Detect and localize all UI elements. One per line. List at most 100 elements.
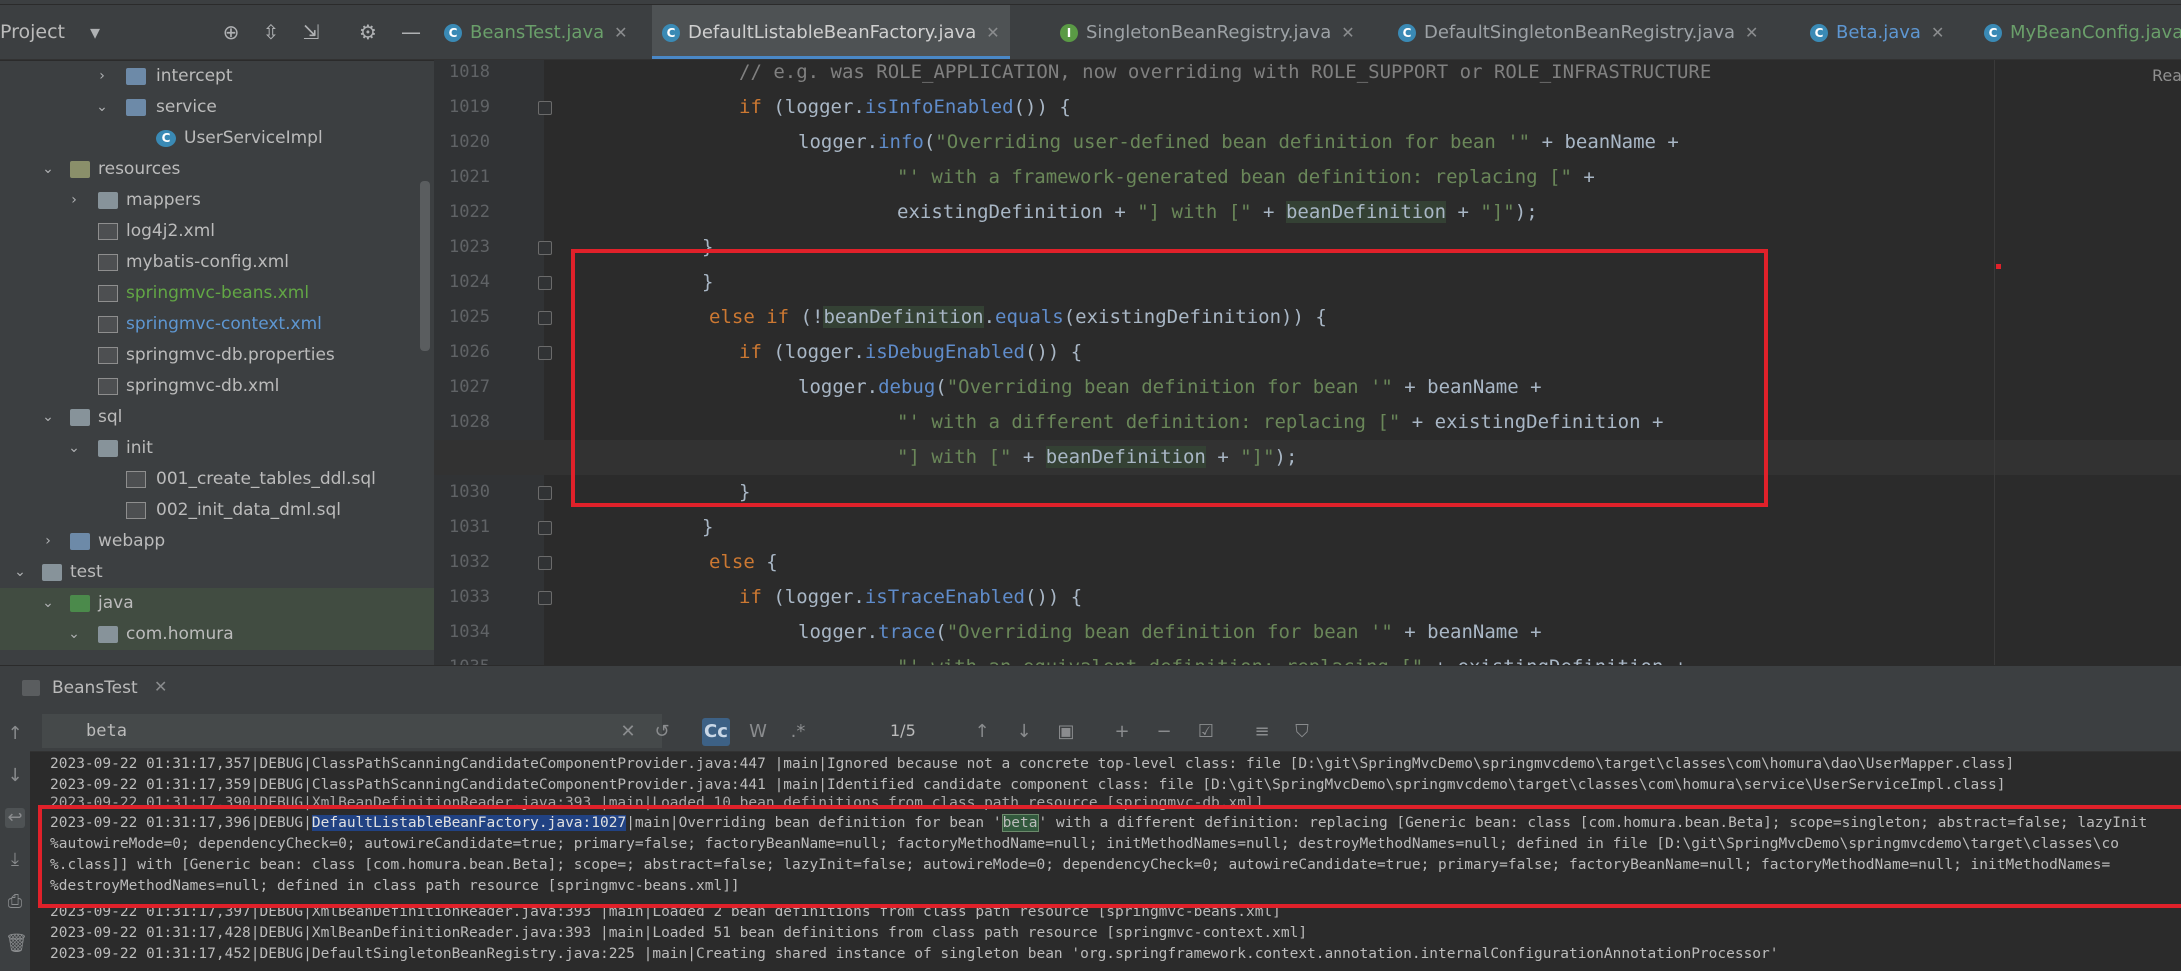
fold-marker-icon[interactable] — [538, 486, 552, 500]
run-tab-beanstest[interactable]: BeansTest — [52, 678, 138, 698]
chevron-right-icon[interactable]: › — [40, 526, 56, 557]
tree-item-label: mybatis-config.xml — [126, 252, 289, 272]
line-number: 1024 — [449, 272, 490, 292]
close-icon[interactable]: ✕ — [1341, 23, 1354, 42]
print-icon[interactable]: ⎙ — [5, 892, 25, 912]
add-occurrence-icon[interactable]: + — [1108, 718, 1136, 746]
clear-search-icon[interactable]: ✕ — [614, 718, 642, 746]
chevron-right-icon[interactable]: › — [94, 61, 110, 92]
log-line[interactable]: 2023-09-22 01:31:17,452|DEBUG|DefaultSin… — [50, 944, 1779, 965]
reader-mode-toggle[interactable]: Rea — [2152, 66, 2181, 85]
fold-marker-icon[interactable] — [538, 276, 552, 290]
log-line[interactable]: 2023-09-22 01:31:17,357|DEBUG|ClassPathS… — [50, 754, 2014, 775]
tree-item-init-data-sql[interactable]: 002_init_data_dml.sql — [0, 495, 434, 526]
tab-label: MyBeanConfig.java — [2010, 22, 2181, 43]
chevron-down-icon[interactable]: ▾ — [82, 19, 108, 45]
tree-item-label: sql — [98, 407, 123, 427]
filter-icon[interactable]: ⛉ — [1288, 718, 1316, 746]
package-icon — [98, 626, 118, 643]
scroll-to-end-icon[interactable]: ⤓ — [5, 850, 25, 870]
tree-item-webapp[interactable]: › webapp — [0, 526, 434, 557]
console-search-input[interactable] — [42, 714, 662, 748]
gear-icon[interactable]: ⚙ — [355, 19, 381, 45]
whole-words-toggle[interactable]: W — [744, 718, 772, 746]
tree-item-test[interactable]: ⌄ test — [0, 557, 434, 588]
project-panel-title[interactable]: Project — [0, 21, 65, 43]
history-icon[interactable]: ↺ — [648, 718, 676, 746]
tree-item-log4j2[interactable]: log4j2.xml — [0, 216, 434, 247]
folder-icon — [126, 68, 146, 85]
test-class-icon: C — [444, 24, 462, 42]
locate-icon[interactable]: ⊕ — [218, 19, 244, 45]
chevron-down-icon[interactable]: ⌄ — [66, 619, 82, 650]
previous-match-icon[interactable]: ↑ — [968, 718, 996, 746]
match-case-toggle[interactable]: Cc — [702, 718, 730, 746]
close-icon[interactable]: ✕ — [1931, 23, 1944, 42]
close-icon[interactable]: ✕ — [614, 23, 627, 42]
chevron-down-icon[interactable]: ⌄ — [12, 557, 28, 588]
tree-item-intercept[interactable]: › intercept — [0, 61, 434, 92]
close-icon[interactable]: ✕ — [154, 677, 167, 696]
sql-file-icon — [126, 471, 146, 488]
tab-beanstest[interactable]: C BeansTest.java ✕ — [444, 5, 628, 59]
tree-item-springmvc-beans[interactable]: springmvc-beans.xml — [0, 278, 434, 309]
filter-lines-icon[interactable]: ≡ — [1248, 718, 1276, 746]
hide-panel-icon[interactable]: — — [398, 19, 424, 45]
tree-item-label: mappers — [126, 190, 201, 210]
tree-item-create-tables-sql[interactable]: 001_create_tables_ddl.sql — [0, 464, 434, 495]
expand-all-icon[interactable]: ⇳ — [258, 19, 284, 45]
tree-item-springmvc-db-properties[interactable]: springmvc-db.properties — [0, 340, 434, 371]
tree-scrollbar[interactable] — [420, 181, 430, 351]
fold-marker-icon[interactable] — [538, 556, 552, 570]
tab-mybeanconfig[interactable]: C MyBeanConfig.java — [1984, 5, 2181, 59]
remove-occurrence-icon[interactable]: − — [1150, 718, 1178, 746]
tree-item-resources[interactable]: ⌄ resources — [0, 154, 434, 185]
tree-item-com-homura[interactable]: ⌄ com.homura — [0, 619, 434, 650]
tree-item-userserviceimpl[interactable]: C UserServiceImpl — [0, 123, 434, 154]
tree-item-sql[interactable]: ⌄ sql — [0, 402, 434, 433]
chevron-down-icon[interactable]: ⌄ — [94, 92, 110, 123]
chevron-down-icon[interactable]: ⌄ — [40, 154, 56, 185]
regex-toggle[interactable]: .* — [784, 718, 812, 746]
close-icon[interactable]: ✕ — [986, 23, 999, 42]
tree-item-init[interactable]: ⌄ init — [0, 433, 434, 464]
fold-marker-icon[interactable] — [538, 241, 552, 255]
select-all-matches-icon[interactable]: ▣ — [1052, 718, 1080, 746]
editor-tabs: C BeansTest.java ✕ C DefaultListableBeanFac… — [434, 5, 2181, 60]
tab-defaultsingletonbeanregistry[interactable]: C DefaultSingletonBeanRegistry.java ✕ — [1398, 5, 1758, 59]
trash-icon[interactable]: 🗑 — [5, 934, 28, 954]
log-line[interactable]: 2023-09-22 01:31:17,428|DEBUG|XmlBeanDef… — [50, 923, 1307, 944]
collapse-all-icon[interactable]: ⇲ — [298, 19, 324, 45]
chevron-down-icon[interactable]: ⌄ — [66, 433, 82, 464]
line-number: 1034 — [449, 622, 490, 642]
tree-item-springmvc-db-xml[interactable]: springmvc-db.xml — [0, 371, 434, 402]
search-match-count: 1/5 — [890, 721, 916, 740]
tab-defaultlistablebeanfactory[interactable]: C DefaultListableBeanFactory.java ✕ — [652, 5, 1010, 59]
tree-item-label: com.homura — [126, 624, 234, 644]
web-folder-icon — [70, 533, 90, 550]
tree-item-service[interactable]: ⌄ service — [0, 92, 434, 123]
tab-beta[interactable]: C Beta.java ✕ — [1810, 5, 1944, 59]
tab-singletonbeanregistry[interactable]: I SingletonBeanRegistry.java ✕ — [1060, 5, 1355, 59]
line-number: 1032 — [449, 552, 490, 572]
fold-marker-icon[interactable] — [538, 101, 552, 115]
spring-xml-icon — [98, 316, 118, 333]
fold-marker-icon[interactable] — [538, 521, 552, 535]
close-icon[interactable]: ✕ — [1745, 23, 1758, 42]
fold-marker-icon[interactable] — [538, 346, 552, 360]
tree-item-springmvc-context[interactable]: springmvc-context.xml — [0, 309, 434, 340]
chevron-down-icon[interactable]: ⌄ — [40, 402, 56, 433]
tree-item-mybatis-config[interactable]: mybatis-config.xml — [0, 247, 434, 278]
soft-wrap-icon[interactable]: ↩ — [5, 808, 25, 828]
arrow-down-icon[interactable]: ↓ — [5, 766, 25, 786]
fold-marker-icon[interactable] — [538, 311, 552, 325]
tree-item-mappers[interactable]: › mappers — [0, 185, 434, 216]
arrow-up-icon[interactable]: ↑ — [5, 724, 25, 744]
select-all-occurrences-icon[interactable]: ☑ — [1192, 718, 1220, 746]
chevron-right-icon[interactable]: › — [66, 185, 82, 216]
chevron-down-icon[interactable]: ⌄ — [40, 588, 56, 619]
line-number: 1027 — [449, 377, 490, 397]
fold-marker-icon[interactable] — [538, 591, 552, 605]
tree-item-java[interactable]: ⌄ java — [0, 588, 434, 619]
next-match-icon[interactable]: ↓ — [1010, 718, 1038, 746]
